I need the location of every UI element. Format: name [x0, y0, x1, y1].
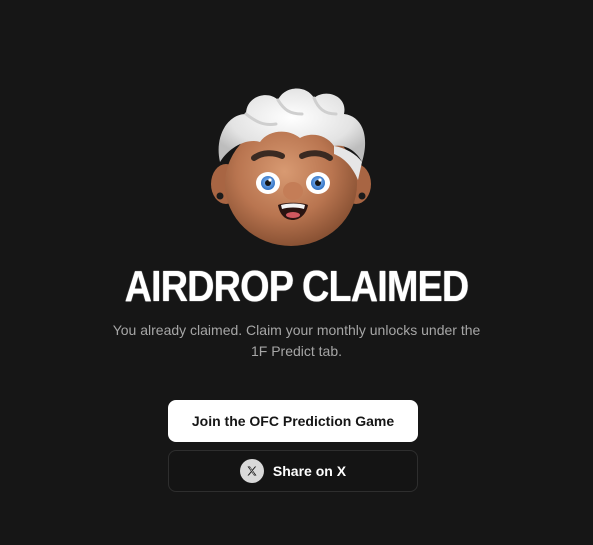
share-on-x-label: Share on X	[272, 463, 347, 479]
page-title: AIRDROP CLAIMED	[124, 262, 470, 311]
x-logo-icon	[239, 459, 264, 483]
join-prediction-game-label: Join the OFC Prediction Game	[191, 413, 395, 429]
airdrop-claimed-screen: AIRDROP CLAIMED You already claimed. Cla…	[0, 0, 593, 545]
cartoon-avatar-icon	[206, 84, 376, 250]
claim-status-message: You already claimed. Claim your monthly …	[112, 322, 481, 359]
share-on-x-button[interactable]: Share on X	[168, 450, 418, 492]
join-prediction-game-button[interactable]: Join the OFC Prediction Game	[168, 400, 418, 442]
